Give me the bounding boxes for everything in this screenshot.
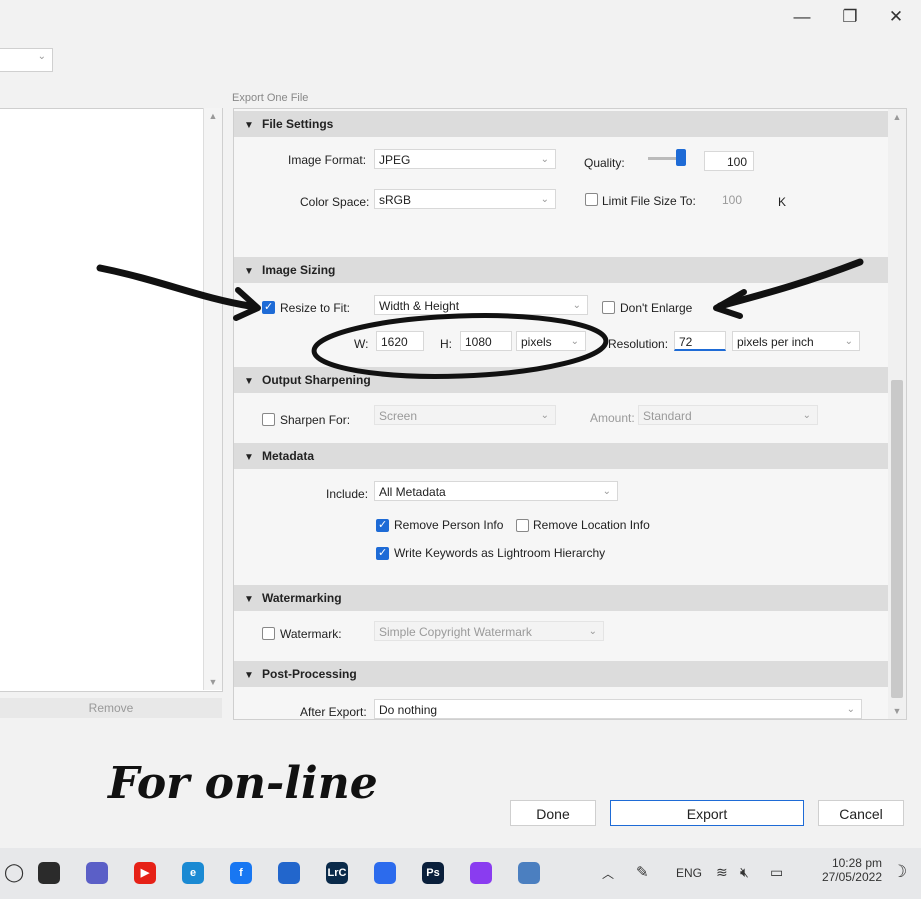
pen-icon[interactable]: ✎ <box>636 863 649 881</box>
taskbar-app-icon[interactable] <box>518 862 540 884</box>
battery-icon[interactable]: ▭ <box>770 864 783 881</box>
left-arrow-annotation <box>96 264 254 310</box>
time-text: 10:28 pm <box>831 856 882 870</box>
right-arrow-annotation <box>716 258 864 310</box>
taskbar-app-icon[interactable] <box>278 862 300 884</box>
taskbar-app-icon[interactable]: f <box>230 862 252 884</box>
taskbar-app-icon[interactable] <box>86 862 108 884</box>
taskbar-app-icon[interactable]: LrC <box>326 862 348 884</box>
notifications-icon[interactable]: ☽ <box>892 862 907 882</box>
taskbar-app-icon[interactable]: ▶ <box>134 862 156 884</box>
language-indicator[interactable]: ENG <box>676 866 702 880</box>
taskbar: ◯ ▶ e f LrC Ps ︿ ✎ ENG ≋ 🔇︎ ▭ 10:28 pm 27/05… <box>0 848 921 899</box>
size-circle-annotation <box>311 313 609 379</box>
taskbar-app-icon[interactable]: e <box>182 862 204 884</box>
wifi-icon[interactable]: ≋ <box>716 864 728 881</box>
taskbar-app-icon[interactable] <box>38 862 60 884</box>
taskbar-app-icon[interactable]: Ps <box>422 862 444 884</box>
volume-muted-icon[interactable]: 🔇︎ <box>740 864 749 881</box>
taskbar-app-icon[interactable] <box>470 862 492 884</box>
chevron-up-icon[interactable]: ︿ <box>602 865 614 882</box>
taskbar-app-icon[interactable] <box>374 862 396 884</box>
date-text: 27/05/2022 <box>821 870 882 884</box>
start-partial-icon[interactable]: ◯ <box>4 862 24 883</box>
clock[interactable]: 10:28 pm 27/05/2022 <box>812 856 882 884</box>
handwritten-note: For on-line <box>108 758 378 809</box>
